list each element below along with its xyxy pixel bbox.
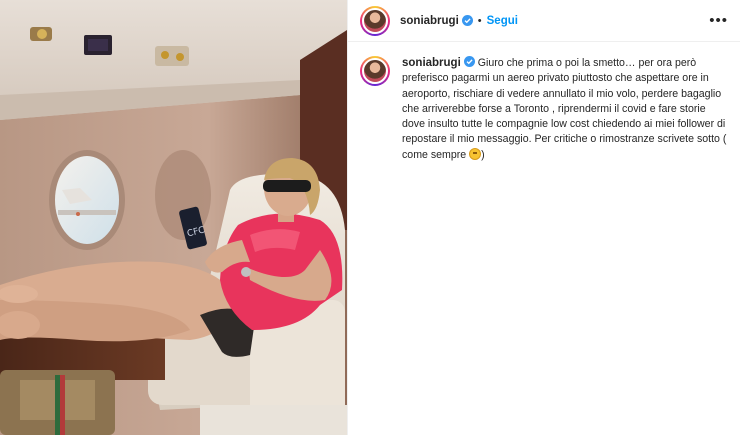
follow-button[interactable]: Segui [487, 15, 518, 27]
separator-dot: • [477, 14, 482, 27]
verified-badge-icon [463, 56, 475, 67]
smiling-face-emoji-icon [469, 147, 482, 160]
more-options-icon[interactable]: ••• [709, 13, 728, 28]
avatar-photo [362, 7, 388, 34]
post-caption: soniabrugi Giuro che prima o poi la smet… [402, 56, 728, 163]
verified-badge-icon [461, 15, 473, 26]
post-header: soniabrugi • Segui ••• [348, 0, 740, 42]
author-username[interactable]: soniabrugi [400, 15, 459, 27]
caption-end: ) [481, 148, 485, 161]
caption-block: soniabrugi Giuro che prima o poi la smet… [348, 42, 740, 163]
post-image: CFC [0, 0, 347, 435]
author-avatar[interactable] [360, 5, 390, 36]
caption-username[interactable]: soniabrugi [402, 57, 461, 69]
caption-text: Giuro che prima o poi la smetto… per ora… [402, 57, 727, 161]
post-photo[interactable]: CFC [0, 0, 347, 435]
avatar-photo [362, 58, 388, 84]
post-details-panel: soniabrugi • Segui ••• soniabrugi Giuro … [347, 0, 740, 435]
caption-author-avatar[interactable] [360, 56, 390, 86]
